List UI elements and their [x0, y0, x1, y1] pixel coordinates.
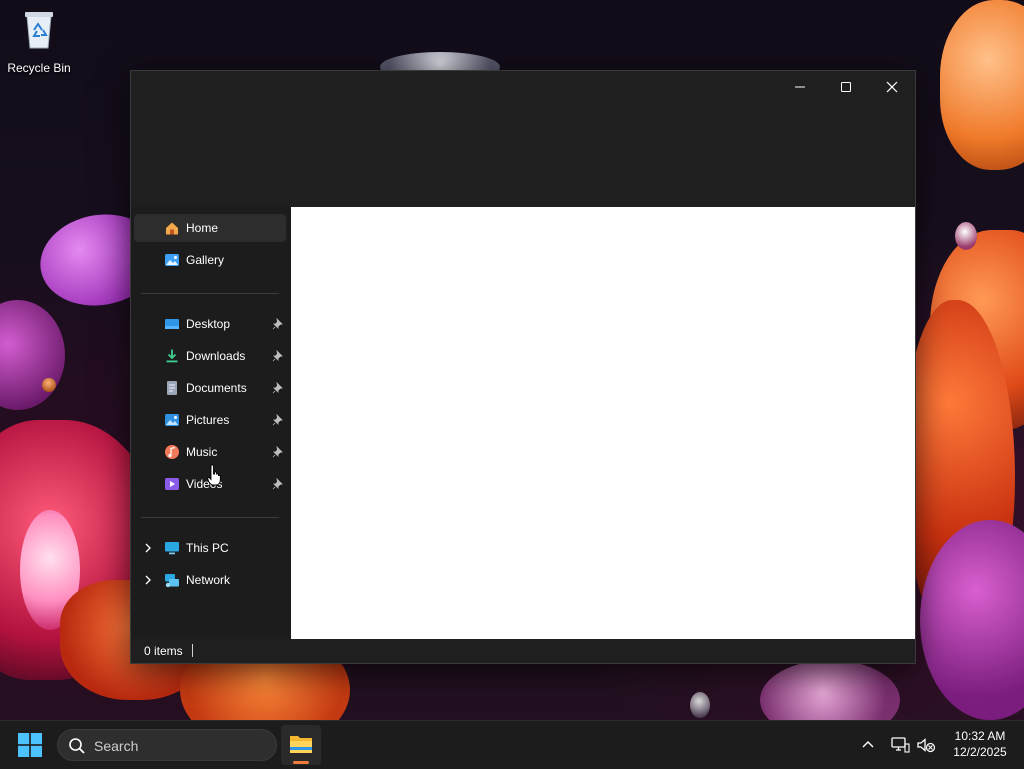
pin-icon[interactable]: [272, 318, 284, 330]
status-bar: 0 items: [131, 639, 915, 663]
recycle-bin-icon: [25, 12, 53, 49]
pin-icon[interactable]: [272, 414, 284, 426]
this-pc-icon: [165, 542, 179, 555]
nav-item-this-pc[interactable]: This PC: [134, 534, 286, 562]
maximize-icon: [841, 82, 851, 92]
pictures-icon: [165, 414, 179, 426]
nav-divider: [141, 517, 279, 518]
system-clock[interactable]: 10:32 AM 12/2/2025: [940, 728, 1020, 760]
nav-item-home[interactable]: Home: [134, 214, 286, 242]
documents-icon: [167, 381, 177, 395]
nav-item-label: This PC: [186, 541, 229, 555]
maximize-button[interactable]: [823, 73, 869, 101]
search-icon: [69, 738, 85, 754]
pin-icon[interactable]: [272, 350, 284, 362]
nav-item-documents[interactable]: Documents: [134, 374, 286, 402]
nav-item-label: Pictures: [186, 413, 230, 427]
file-explorer-icon: [290, 736, 312, 753]
desktop-icon-label: Recycle Bin: [7, 61, 71, 75]
nav-item-label: Downloads: [186, 349, 246, 363]
taskbar-search-box[interactable]: Search: [57, 729, 277, 761]
nav-item-label: Gallery: [186, 253, 225, 267]
clock-time: 10:32 AM: [954, 729, 1006, 743]
pin-icon[interactable]: [272, 478, 284, 490]
nav-item-label: Desktop: [186, 317, 231, 331]
chevron-right-icon[interactable]: [143, 574, 153, 586]
nav-item-label: Home: [186, 221, 219, 235]
gallery-icon: [165, 254, 179, 266]
volume-muted-icon[interactable]: [916, 736, 936, 754]
close-icon: [886, 81, 898, 93]
downloads-icon: [166, 349, 178, 363]
nav-divider: [141, 293, 279, 294]
status-divider: [192, 644, 193, 657]
title-bar: [131, 71, 915, 207]
nav-item-downloads[interactable]: Downloads: [134, 342, 286, 370]
active-app-indicator: [293, 761, 309, 764]
taskbar: Search 10:32 AM 12/2/2025: [0, 720, 1024, 769]
network-icon: [165, 574, 179, 588]
search-label: Search: [94, 738, 139, 754]
item-count: 0 items: [144, 644, 183, 658]
hand-cursor-icon: [207, 464, 221, 486]
navigation-pane: Home Gallery Desktop Downloads Documents…: [131, 207, 291, 639]
nav-item-gallery[interactable]: Gallery: [134, 246, 286, 274]
desktop-icon-recycle-bin[interactable]: Recycle Bin: [4, 8, 74, 75]
nav-item-network[interactable]: Network: [134, 566, 286, 594]
minimize-icon: [795, 86, 805, 88]
nav-item-pictures[interactable]: Pictures: [134, 406, 286, 434]
nav-item-label: Network: [186, 573, 231, 587]
nav-item-label: Music: [186, 445, 218, 459]
pin-icon[interactable]: [272, 382, 284, 394]
home-icon: [166, 222, 178, 235]
chevron-right-icon[interactable]: [143, 542, 153, 554]
network-status-icon[interactable]: [890, 736, 910, 754]
file-explorer-window: Home Gallery Desktop Downloads Documents…: [130, 70, 916, 664]
pin-icon[interactable]: [272, 446, 284, 458]
nav-item-label: Documents: [186, 381, 247, 395]
chevron-up-icon[interactable]: [860, 737, 876, 753]
minimize-button[interactable]: [777, 73, 823, 101]
clock-date: 12/2/2025: [953, 745, 1007, 759]
nav-item-music[interactable]: Music: [134, 438, 286, 466]
file-list-area[interactable]: [291, 207, 915, 639]
desktop-folder-icon: [165, 319, 179, 329]
taskbar-app-file-explorer[interactable]: [281, 725, 321, 765]
music-icon: [165, 445, 179, 459]
windows-start-icon[interactable]: [18, 733, 42, 757]
nav-item-desktop[interactable]: Desktop: [134, 310, 286, 338]
videos-icon: [165, 478, 179, 490]
close-button[interactable]: [869, 73, 915, 101]
